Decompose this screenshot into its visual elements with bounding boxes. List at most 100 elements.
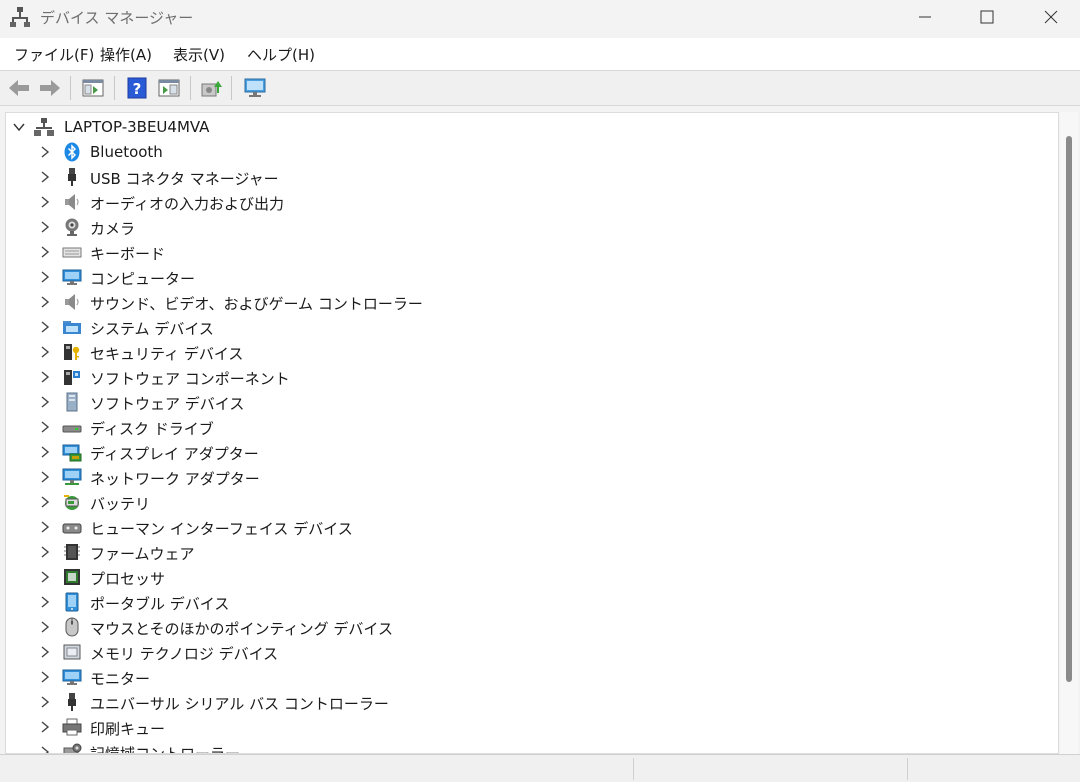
chevron-right-icon[interactable]	[38, 245, 52, 259]
processor-icon	[64, 569, 80, 585]
network-adapter-icon	[62, 468, 82, 485]
system-folder-icon	[63, 321, 81, 334]
menu-action[interactable]: 操作(A)	[100, 44, 152, 65]
tree-item-label: システム デバイス	[90, 320, 214, 338]
tree-item[interactable]: プロセッサ	[6, 565, 1046, 590]
tree-item[interactable]: ファームウェア	[6, 540, 1046, 565]
scan-hardware-icon[interactable]	[243, 76, 267, 100]
chevron-right-icon[interactable]	[38, 420, 52, 434]
update-driver-icon[interactable]	[199, 76, 223, 100]
tree-item-label: オーディオの入力および出力	[90, 195, 284, 213]
tree-item[interactable]: ディスプレイ アダプター	[6, 440, 1046, 465]
chevron-right-icon[interactable]	[38, 695, 52, 709]
tree-item-label: ファームウェア	[90, 545, 195, 563]
tree-item-label: マウスとそのほかのポインティング デバイス	[90, 620, 393, 638]
tree-item-label: 印刷キュー	[90, 720, 166, 738]
tree-item[interactable]: USB コネクタ マネージャー	[6, 165, 1046, 190]
tree-item-label: ソフトウェア コンポーネント	[90, 370, 290, 388]
tree-item-label: モニター	[90, 670, 151, 688]
chevron-right-icon[interactable]	[38, 195, 52, 209]
chevron-right-icon[interactable]	[38, 545, 52, 559]
chevron-right-icon[interactable]	[38, 595, 52, 609]
title-bar: デバイス マネージャー	[0, 0, 1080, 36]
tree-item[interactable]: オーディオの入力および出力	[6, 190, 1046, 215]
tree-item[interactable]: キーボード	[6, 240, 1046, 265]
properties-pane-icon[interactable]	[157, 76, 181, 100]
chevron-right-icon[interactable]	[38, 295, 52, 309]
tree-item[interactable]: ソフトウェア コンポーネント	[6, 365, 1046, 390]
chevron-right-icon[interactable]	[38, 145, 52, 159]
tree-item[interactable]: ディスク ドライブ	[6, 415, 1046, 440]
chevron-right-icon[interactable]	[38, 445, 52, 459]
chevron-right-icon[interactable]	[38, 745, 52, 754]
software-device-icon	[66, 392, 78, 412]
tree-item-label: ヒューマン インターフェイス デバイス	[90, 520, 353, 538]
close-button[interactable]	[1022, 0, 1080, 34]
chevron-down-icon[interactable]	[12, 120, 26, 134]
chevron-right-icon[interactable]	[38, 720, 52, 734]
toolbar: ?	[0, 70, 1080, 106]
chevron-right-icon[interactable]	[38, 645, 52, 659]
maximize-icon	[980, 10, 994, 24]
tree-root[interactable]: LAPTOP-3BEU4MVA	[6, 115, 1046, 140]
tree-item[interactable]: コンピューター	[6, 265, 1046, 290]
menu-view[interactable]: 表示(V)	[173, 44, 225, 65]
tree-item[interactable]: マウスとそのほかのポインティング デバイス	[6, 615, 1046, 640]
tree-item[interactable]: ヒューマン インターフェイス デバイス	[6, 515, 1046, 540]
tree-item[interactable]: Bluetooth	[6, 140, 1046, 165]
chevron-right-icon[interactable]	[38, 520, 52, 534]
tree-item[interactable]: ユニバーサル シリアル バス コントローラー	[6, 690, 1046, 715]
security-key-icon	[64, 344, 80, 360]
tree-item[interactable]: カメラ	[6, 215, 1046, 240]
chevron-right-icon[interactable]	[38, 270, 52, 284]
bluetooth-icon	[64, 142, 80, 162]
chevron-right-icon[interactable]	[38, 670, 52, 684]
portable-device-icon	[65, 592, 79, 612]
toolbar-separator	[114, 76, 115, 100]
chevron-right-icon[interactable]	[38, 470, 52, 484]
tree-item[interactable]: サウンド、ビデオ、およびゲーム コントローラー	[6, 290, 1046, 315]
tree-item[interactable]: メモリ テクノロジ デバイス	[6, 640, 1046, 665]
menu-help[interactable]: ヘルプ(H)	[247, 44, 315, 65]
tree-item-label: バッテリ	[90, 495, 151, 513]
maximize-button[interactable]	[958, 0, 1016, 34]
tree-item[interactable]: バッテリ	[6, 490, 1046, 515]
tree-item[interactable]: 記憶域コントローラー	[6, 740, 1046, 754]
show-hide-console-tree-icon[interactable]	[81, 76, 105, 100]
tree-item[interactable]: ネットワーク アダプター	[6, 465, 1046, 490]
scrollbar-thumb[interactable]	[1066, 136, 1072, 682]
toolbar-separator	[231, 76, 232, 100]
tree-item[interactable]: モニター	[6, 665, 1046, 690]
window-title: デバイス マネージャー	[40, 9, 194, 27]
device-manager-icon	[10, 7, 30, 27]
tree-item[interactable]: システム デバイス	[6, 315, 1046, 340]
tree-item-label: ユニバーサル シリアル バス コントローラー	[90, 695, 389, 713]
disk-drive-icon	[62, 425, 82, 433]
monitor-icon	[62, 669, 82, 685]
forward-icon[interactable]	[38, 76, 62, 100]
help-icon[interactable]: ?	[125, 76, 149, 100]
chevron-right-icon[interactable]	[38, 620, 52, 634]
menu-file[interactable]: ファイル(F)	[14, 44, 94, 65]
chevron-right-icon[interactable]	[38, 495, 52, 509]
toolbar-separator	[190, 76, 191, 100]
chevron-right-icon[interactable]	[38, 320, 52, 334]
minimize-button[interactable]	[896, 0, 954, 34]
tree-item-label: プロセッサ	[90, 570, 166, 588]
tree-item-label: 記憶域コントローラー	[90, 745, 241, 754]
chevron-right-icon[interactable]	[38, 395, 52, 409]
chevron-right-icon[interactable]	[38, 370, 52, 384]
sound-icon	[65, 294, 79, 310]
tree-item[interactable]: ポータブル デバイス	[6, 590, 1046, 615]
chevron-right-icon[interactable]	[38, 170, 52, 184]
keyboard-icon	[62, 247, 82, 258]
tree-item[interactable]: セキュリティ デバイス	[6, 340, 1046, 365]
chevron-right-icon[interactable]	[38, 345, 52, 359]
back-icon[interactable]	[7, 76, 31, 100]
tree-item[interactable]: 印刷キュー	[6, 715, 1046, 740]
device-tree: LAPTOP-3BEU4MVA Bluetooth USB コネクタ マネージャー…	[5, 112, 1059, 754]
chevron-right-icon[interactable]	[38, 570, 52, 584]
tree-item[interactable]: ソフトウェア デバイス	[6, 390, 1046, 415]
chevron-right-icon[interactable]	[38, 220, 52, 234]
hid-icon	[62, 523, 82, 534]
